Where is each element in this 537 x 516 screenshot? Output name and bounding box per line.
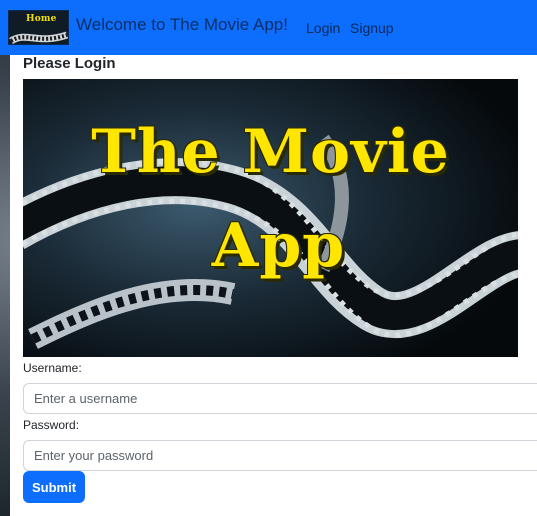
username-input[interactable] <box>23 383 537 414</box>
page-title: Please Login <box>23 55 116 72</box>
submit-button[interactable]: Submit <box>23 471 85 503</box>
nav-signup-link[interactable]: Signup <box>350 20 394 36</box>
app-title: Welcome to The Movie App! <box>76 15 288 34</box>
password-input[interactable] <box>23 440 537 471</box>
home-logo[interactable]: Home <box>8 10 69 45</box>
nav-login-link[interactable]: Login <box>306 20 340 36</box>
logo-label: Home <box>26 14 57 24</box>
navbar: Home Welcome to The Movie App! Login Sig… <box>0 0 537 55</box>
hero-banner: The Movie App <box>23 79 518 357</box>
hero-title-line2: App <box>211 211 346 281</box>
password-label: Password: <box>23 418 80 432</box>
hero-title-line1: The Movie <box>91 117 450 187</box>
username-label: Username: <box>23 361 82 375</box>
login-panel: Please Login The Movie App Username: Pas… <box>10 55 537 516</box>
